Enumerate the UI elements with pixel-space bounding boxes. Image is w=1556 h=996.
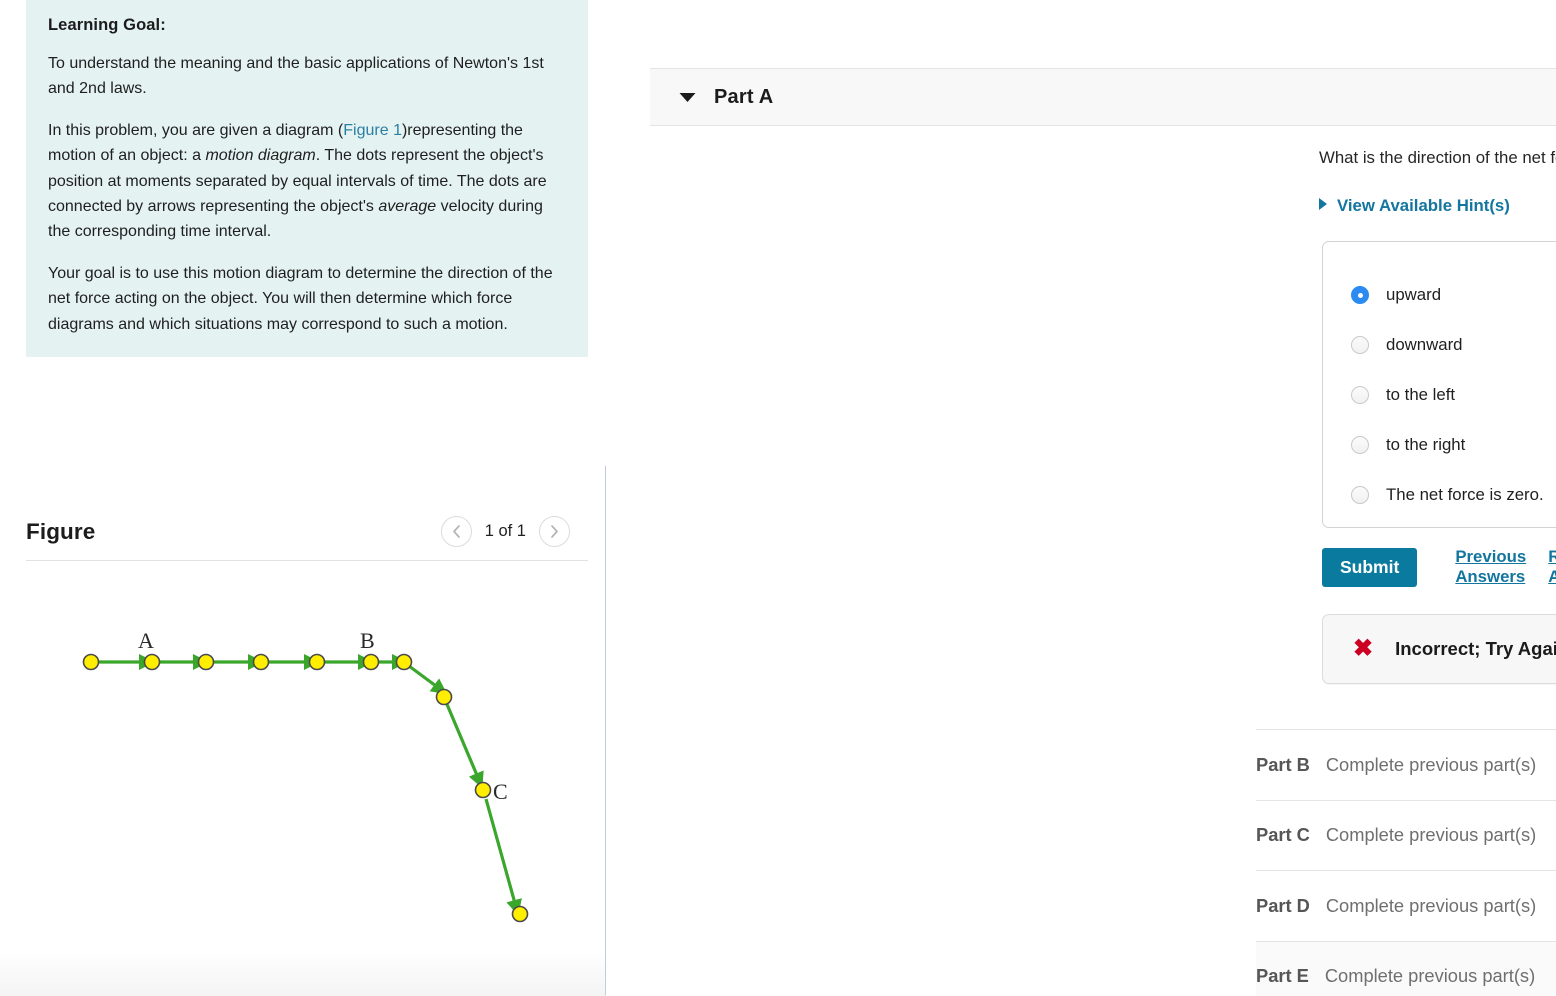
learning-goal-box: Learning Goal: To understand the meaning… bbox=[26, 0, 588, 358]
feedback-banner: ✖ Incorrect; Try Again; 4 attempts remai… bbox=[1322, 614, 1556, 684]
answer-option-1[interactable]: downward bbox=[1323, 320, 1556, 370]
figure-title: Figure bbox=[26, 518, 96, 544]
part-row-name: Part B bbox=[1256, 753, 1310, 775]
left-panel: Learning Goal: To understand the meaning… bbox=[0, 0, 606, 996]
right-panel: Part A What is the direction of the net … bbox=[606, 0, 1556, 996]
part-row-status: Complete previous part(s) bbox=[1325, 894, 1537, 916]
velocity-arrows bbox=[97, 654, 522, 916]
answer-option-label: downward bbox=[1386, 335, 1463, 354]
view-hints-link[interactable]: View Available Hint(s) bbox=[1318, 196, 1510, 216]
part-row[interactable]: Part D Complete previous part(s) bbox=[1256, 870, 1556, 941]
figure-header: Figure 1 of 1 bbox=[26, 503, 588, 561]
answer-options-box: upward downward to the left to the right The… bbox=[1322, 241, 1556, 528]
figure-label-b: B bbox=[360, 628, 375, 653]
caret-right-icon bbox=[1318, 196, 1328, 216]
radio-button-2[interactable] bbox=[1351, 386, 1369, 404]
part-row-name: Part E bbox=[1256, 965, 1309, 987]
goal-p2-part-a: In this problem, you are given a diagram… bbox=[48, 121, 344, 139]
view-hints-label: View Available Hint(s) bbox=[1337, 196, 1510, 215]
figure-counter: 1 of 1 bbox=[484, 522, 526, 540]
goal-p2-italic-motion-diagram: motion diagram bbox=[205, 147, 316, 165]
problem-page: Learning Goal: To understand the meaning… bbox=[0, 0, 1556, 996]
request-answer-link[interactable]: Request Answer bbox=[1548, 547, 1556, 587]
part-a-actions: Submit Previous Answers Request Answer bbox=[1322, 547, 1556, 587]
radio-button-1[interactable] bbox=[1351, 336, 1369, 354]
figure-label-c: C bbox=[493, 779, 508, 804]
answer-option-4[interactable]: The net force is zero. bbox=[1323, 470, 1556, 520]
learning-goal-paragraph-2: In this problem, you are given a diagram… bbox=[48, 118, 566, 245]
motion-diagram-figure[interactable]: A B C bbox=[0, 562, 606, 972]
part-row-name: Part C bbox=[1256, 824, 1310, 846]
motion-diagram-svg: A B C bbox=[82, 628, 529, 923]
caret-down-icon bbox=[676, 92, 698, 103]
part-a-header[interactable]: Part A bbox=[650, 68, 1556, 126]
answer-option-0[interactable]: upward bbox=[1323, 270, 1556, 320]
position-dots bbox=[82, 653, 529, 923]
answer-option-2[interactable]: to the left bbox=[1323, 370, 1556, 420]
figure-1-link[interactable]: Figure 1 bbox=[343, 122, 402, 139]
part-row-name: Part D bbox=[1256, 894, 1310, 916]
answer-option-3[interactable]: to the right bbox=[1323, 420, 1556, 470]
answer-option-label: The net force is zero. bbox=[1386, 485, 1544, 504]
chevron-right-icon bbox=[551, 525, 558, 538]
previous-answers-link[interactable]: Previous Answers bbox=[1455, 547, 1526, 587]
learning-goal-paragraph-3: Your goal is to use this motion diagram … bbox=[48, 264, 553, 333]
figure-navigation: 1 of 1 bbox=[440, 516, 588, 547]
radio-button-3[interactable] bbox=[1351, 436, 1369, 454]
part-row[interactable]: Part E Complete previous part(s) bbox=[1256, 940, 1556, 996]
radio-button-4[interactable] bbox=[1351, 486, 1369, 504]
answer-option-label: upward bbox=[1386, 285, 1442, 304]
part-row-status: Complete previous part(s) bbox=[1324, 965, 1536, 987]
chevron-left-icon bbox=[452, 525, 460, 538]
learning-goal-title: Learning Goal: bbox=[48, 16, 166, 34]
figure-label-a: A bbox=[138, 628, 154, 653]
radio-button-0[interactable] bbox=[1351, 286, 1369, 304]
part-a-question: What is the direction of the net force a… bbox=[1319, 148, 1556, 167]
part-a-label: Part A bbox=[714, 85, 774, 108]
feedback-message: Incorrect; Try Again; 4 attempts remaini… bbox=[1395, 638, 1556, 659]
learning-goal-paragraph-1: To understand the meaning and the basic … bbox=[48, 55, 544, 98]
answer-option-label: to the left bbox=[1386, 385, 1456, 404]
submit-button[interactable]: Submit bbox=[1322, 547, 1418, 587]
x-mark-icon: ✖ bbox=[1353, 635, 1374, 662]
part-row-status: Complete previous part(s) bbox=[1325, 824, 1537, 846]
other-parts-list: Part B Complete previous part(s) Part C Com… bbox=[1256, 729, 1556, 996]
goal-p2-italic-average: average bbox=[378, 198, 437, 216]
answer-option-label: to the right bbox=[1386, 435, 1466, 454]
part-row[interactable]: Part C Complete previous part(s) bbox=[1256, 799, 1556, 871]
figure-next-button[interactable] bbox=[539, 516, 570, 547]
part-row[interactable]: Part B Complete previous part(s) bbox=[1256, 729, 1556, 800]
part-row-status: Complete previous part(s) bbox=[1325, 753, 1537, 775]
figure-prev-button[interactable] bbox=[440, 516, 472, 547]
